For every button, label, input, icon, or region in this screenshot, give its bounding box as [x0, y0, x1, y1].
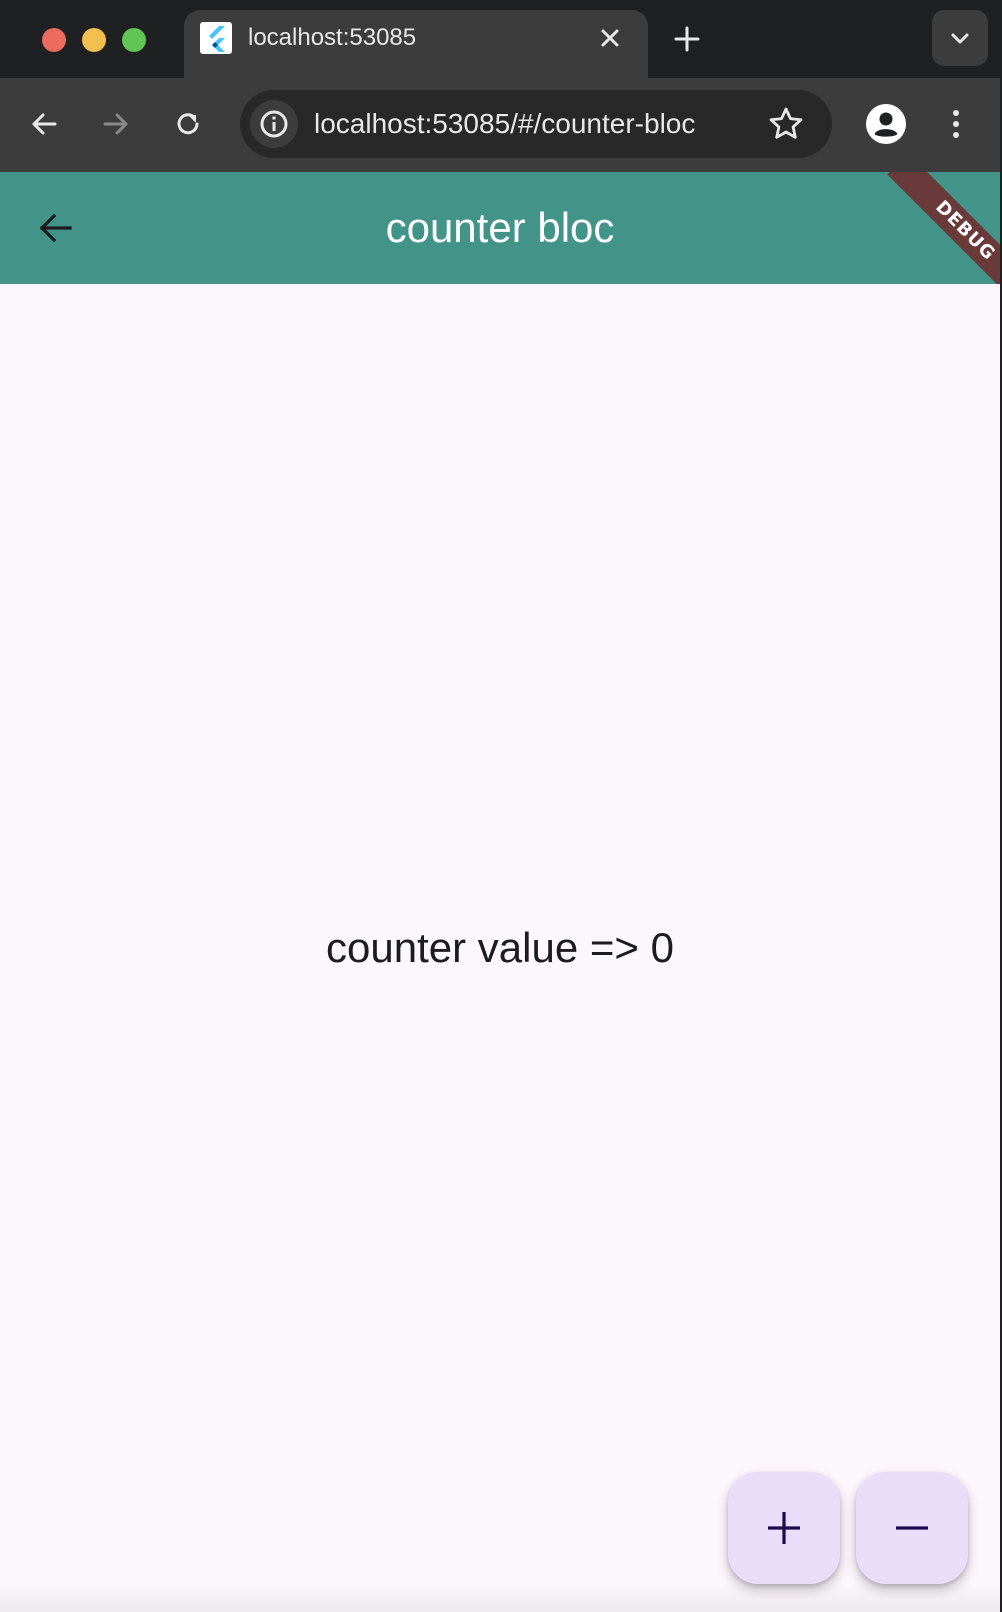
- tab-strip: localhost:53085: [0, 0, 1000, 78]
- more-menu-icon[interactable]: [936, 104, 976, 144]
- minus-icon: [896, 1526, 928, 1530]
- tab-title: localhost:53085: [248, 24, 417, 51]
- tab-search-button[interactable]: [932, 10, 988, 66]
- bookmark-star-icon[interactable]: [766, 104, 806, 144]
- forward-arrow-icon[interactable]: [96, 104, 136, 144]
- reload-icon[interactable]: [168, 104, 208, 144]
- browser-tab[interactable]: localhost:53085: [184, 10, 648, 78]
- browser-toolbar: localhost:53085/#/counter-bloc: [0, 78, 1000, 172]
- bottom-edge-shadow: [0, 1582, 1000, 1612]
- increment-button[interactable]: [728, 1472, 840, 1584]
- close-window-button[interactable]: [42, 28, 66, 52]
- app-bar: counter bloc DEBUG: [0, 172, 1000, 284]
- counter-value-text: counter value => 0: [326, 924, 674, 971]
- main-content: counter value => 0: [0, 284, 1000, 1612]
- page-title: counter bloc: [385, 204, 615, 251]
- back-arrow-icon[interactable]: [24, 104, 64, 144]
- close-tab-icon[interactable]: [596, 24, 624, 52]
- profile-avatar-icon[interactable]: [862, 100, 910, 148]
- maximize-window-button[interactable]: [122, 28, 146, 52]
- site-info-icon[interactable]: [250, 100, 298, 148]
- chevron-down-icon: [951, 33, 969, 44]
- address-bar[interactable]: localhost:53085/#/counter-bloc: [240, 90, 832, 158]
- flutter-favicon-icon: [200, 22, 232, 54]
- browser-window: localhost:53085 localhost:53085/#/counte…: [0, 0, 1002, 1612]
- plus-icon: [768, 1512, 800, 1544]
- address-bar-url: localhost:53085/#/counter-bloc: [314, 108, 696, 139]
- minimize-window-button[interactable]: [82, 28, 106, 52]
- new-tab-icon[interactable]: [670, 22, 704, 56]
- decrement-button[interactable]: [856, 1472, 968, 1584]
